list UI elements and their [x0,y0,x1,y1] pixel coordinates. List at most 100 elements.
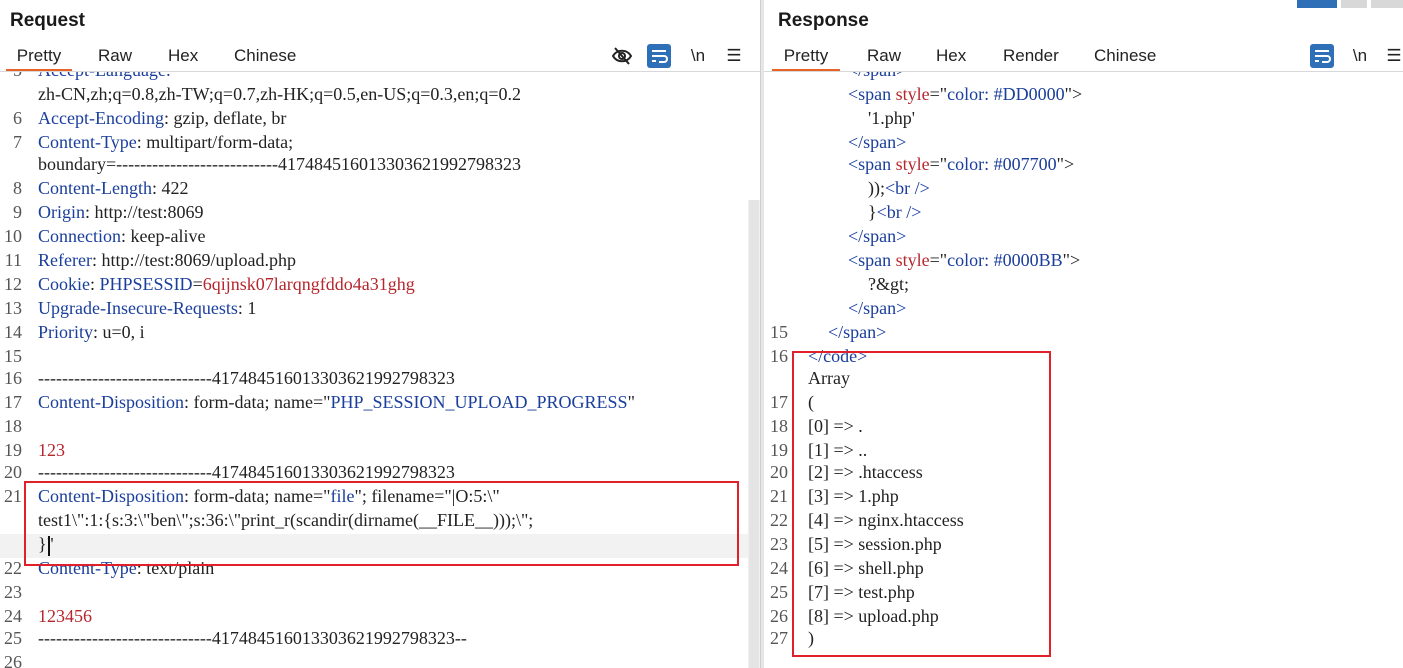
code-line[interactable]: '1.php' [764,108,1403,132]
code-line[interactable]: 18 [0,416,760,440]
line-number: 5 [0,72,22,81]
code-line[interactable]: </span> [764,226,1403,250]
code-token: </span> [848,226,907,246]
tab-pretty[interactable]: Pretty [772,44,840,72]
line-number: 24 [770,558,788,578]
code-token: Origin [38,202,85,222]
line-number: 15 [770,322,788,342]
code-line[interactable]: 16 -----------------------------417484516… [0,368,760,392]
code-token: PHP_SESSION_UPLOAD_PROGRESS [330,392,628,412]
menu-icon[interactable]: ☰ [1384,44,1403,68]
code-line[interactable]: <span style="color: #007700"> [764,154,1403,178]
code-line[interactable]: 5 Accept-Language: [0,72,760,84]
code-line[interactable]: ));<br /> [764,178,1403,202]
code-text: zh-CN,zh;q=0.8,zh-TW;q=0.7,zh-HK;q=0.5,e… [38,84,521,105]
code-line[interactable]: 23 [0,582,760,606]
code-line[interactable]: 10 Connection: keep-alive [0,226,760,250]
tab-raw[interactable]: Raw [98,44,132,72]
line-number: 16 [770,346,788,366]
tab-chinese[interactable]: Chinese [1094,44,1156,72]
code-token: PHPSESSID [99,274,193,294]
code-line[interactable]: 14 Priority: u=0, i [0,322,760,346]
code-line[interactable]: 26 [0,652,760,668]
code-line[interactable]: 15 </span> [764,322,1403,346]
code-token: style [895,154,930,174]
code-text: Content-Disposition: form-data; name="PH… [38,392,635,413]
line-number: 22 [4,558,22,578]
code-token: '1.php' [868,108,915,128]
code-token: =" [929,250,948,270]
code-text: }<br /> [868,202,921,223]
line-number: 9 [13,202,22,222]
code-line[interactable]: ?&gt; [764,274,1403,298]
code-token: " [627,392,635,412]
code-text: Cookie: PHPSESSID=6qijnsk07larqngfddo4a3… [38,274,415,295]
code-line[interactable]: 11 Referer: http://test:8069/upload.php [0,250,760,274]
code-line[interactable]: 24 123456 [0,606,760,630]
line-number: 21 [770,486,788,506]
code-line[interactable]: zh-CN,zh;q=0.8,zh-TW;q=0.7,zh-HK;q=0.5,e… [0,84,760,108]
newline-toggle[interactable]: \n [686,44,710,68]
code-token: Content-Disposition [38,392,185,412]
code-line[interactable]: <span style="color: #0000BB"> [764,250,1403,274]
code-text: -----------------------------41748451601… [38,462,455,483]
code-line[interactable]: boundary=---------------------------4174… [0,154,760,178]
code-line[interactable]: </span> [764,72,1403,84]
line-number: 22 [770,510,788,530]
code-text: '1.php' [868,108,915,129]
window-maximize-icon[interactable] [1371,0,1403,8]
line-number: 26 [770,606,788,626]
code-line[interactable]: 6 Accept-Encoding: gzip, deflate, br [0,108,760,132]
code-line[interactable]: 8 Content-Length: 422 [0,178,760,202]
code-line[interactable]: 19 123 [0,440,760,464]
code-text: </span> [848,298,906,319]
newline-toggle[interactable]: \n [1348,44,1372,68]
code-line[interactable]: 7 Content-Type: multipart/form-data; [0,132,760,156]
code-line[interactable]: }<br /> [764,202,1403,226]
window-layout-icon[interactable] [1297,0,1337,8]
request-editor[interactable]: 5 Accept-Language: zh-CN,zh;q=0.8,zh-TW;q=… [0,72,760,668]
tab-render[interactable]: Render [1003,44,1059,72]
code-line[interactable]: 17 Content-Disposition: form-data; name="… [0,392,760,416]
code-line[interactable]: <span style="color: #DD0000"> [764,84,1403,108]
tab-hex[interactable]: Hex [936,44,966,72]
code-line[interactable]: 15 [0,346,760,370]
code-token: : u=0, i [93,322,145,342]
code-line[interactable]: 12 Cookie: PHPSESSID=6qijnsk07larqngfddo4… [0,274,760,298]
code-text: ?&gt; [868,274,909,295]
code-token: <span [848,250,896,270]
code-line[interactable]: </span> [764,298,1403,322]
line-number: 19 [4,440,22,460]
code-line[interactable]: 9 Origin: http://test:8069 [0,202,760,226]
tab-raw[interactable]: Raw [867,44,901,72]
code-line[interactable]: </span> [764,132,1403,156]
code-token: Accept-Encoding [38,108,164,128]
code-token: "> [1056,154,1075,174]
code-token: "> [1064,84,1083,104]
line-number: 20 [770,462,788,482]
code-token: style [895,250,930,270]
code-token: } [868,202,877,222]
code-token: Connection [38,226,121,246]
tab-chinese[interactable]: Chinese [234,44,296,72]
wrap-icon[interactable] [647,44,671,68]
code-text: 123 [38,440,65,461]
tab-pretty[interactable]: Pretty [6,44,72,72]
code-token: </span> [848,298,907,318]
wrap-icon[interactable] [1310,44,1334,68]
tab-hex[interactable]: Hex [168,44,198,72]
line-number: 27 [770,628,788,648]
window-minimize-icon[interactable] [1341,0,1367,8]
code-token: color: #DD0000 [947,84,1065,104]
line-number: 17 [4,392,22,412]
code-token: <span [848,154,896,174]
code-token: <br /> [876,202,922,222]
menu-icon[interactable]: ☰ [722,44,746,68]
line-number: 11 [4,250,22,270]
line-number: 6 [13,108,22,128]
code-line[interactable]: 25 -----------------------------417484516… [0,628,760,652]
code-token: -----------------------------41748451601… [38,368,455,388]
code-line[interactable]: 13 Upgrade-Insecure-Requests: 1 [0,298,760,322]
code-token: Cookie [38,274,90,294]
eye-slash-icon[interactable] [610,44,634,68]
